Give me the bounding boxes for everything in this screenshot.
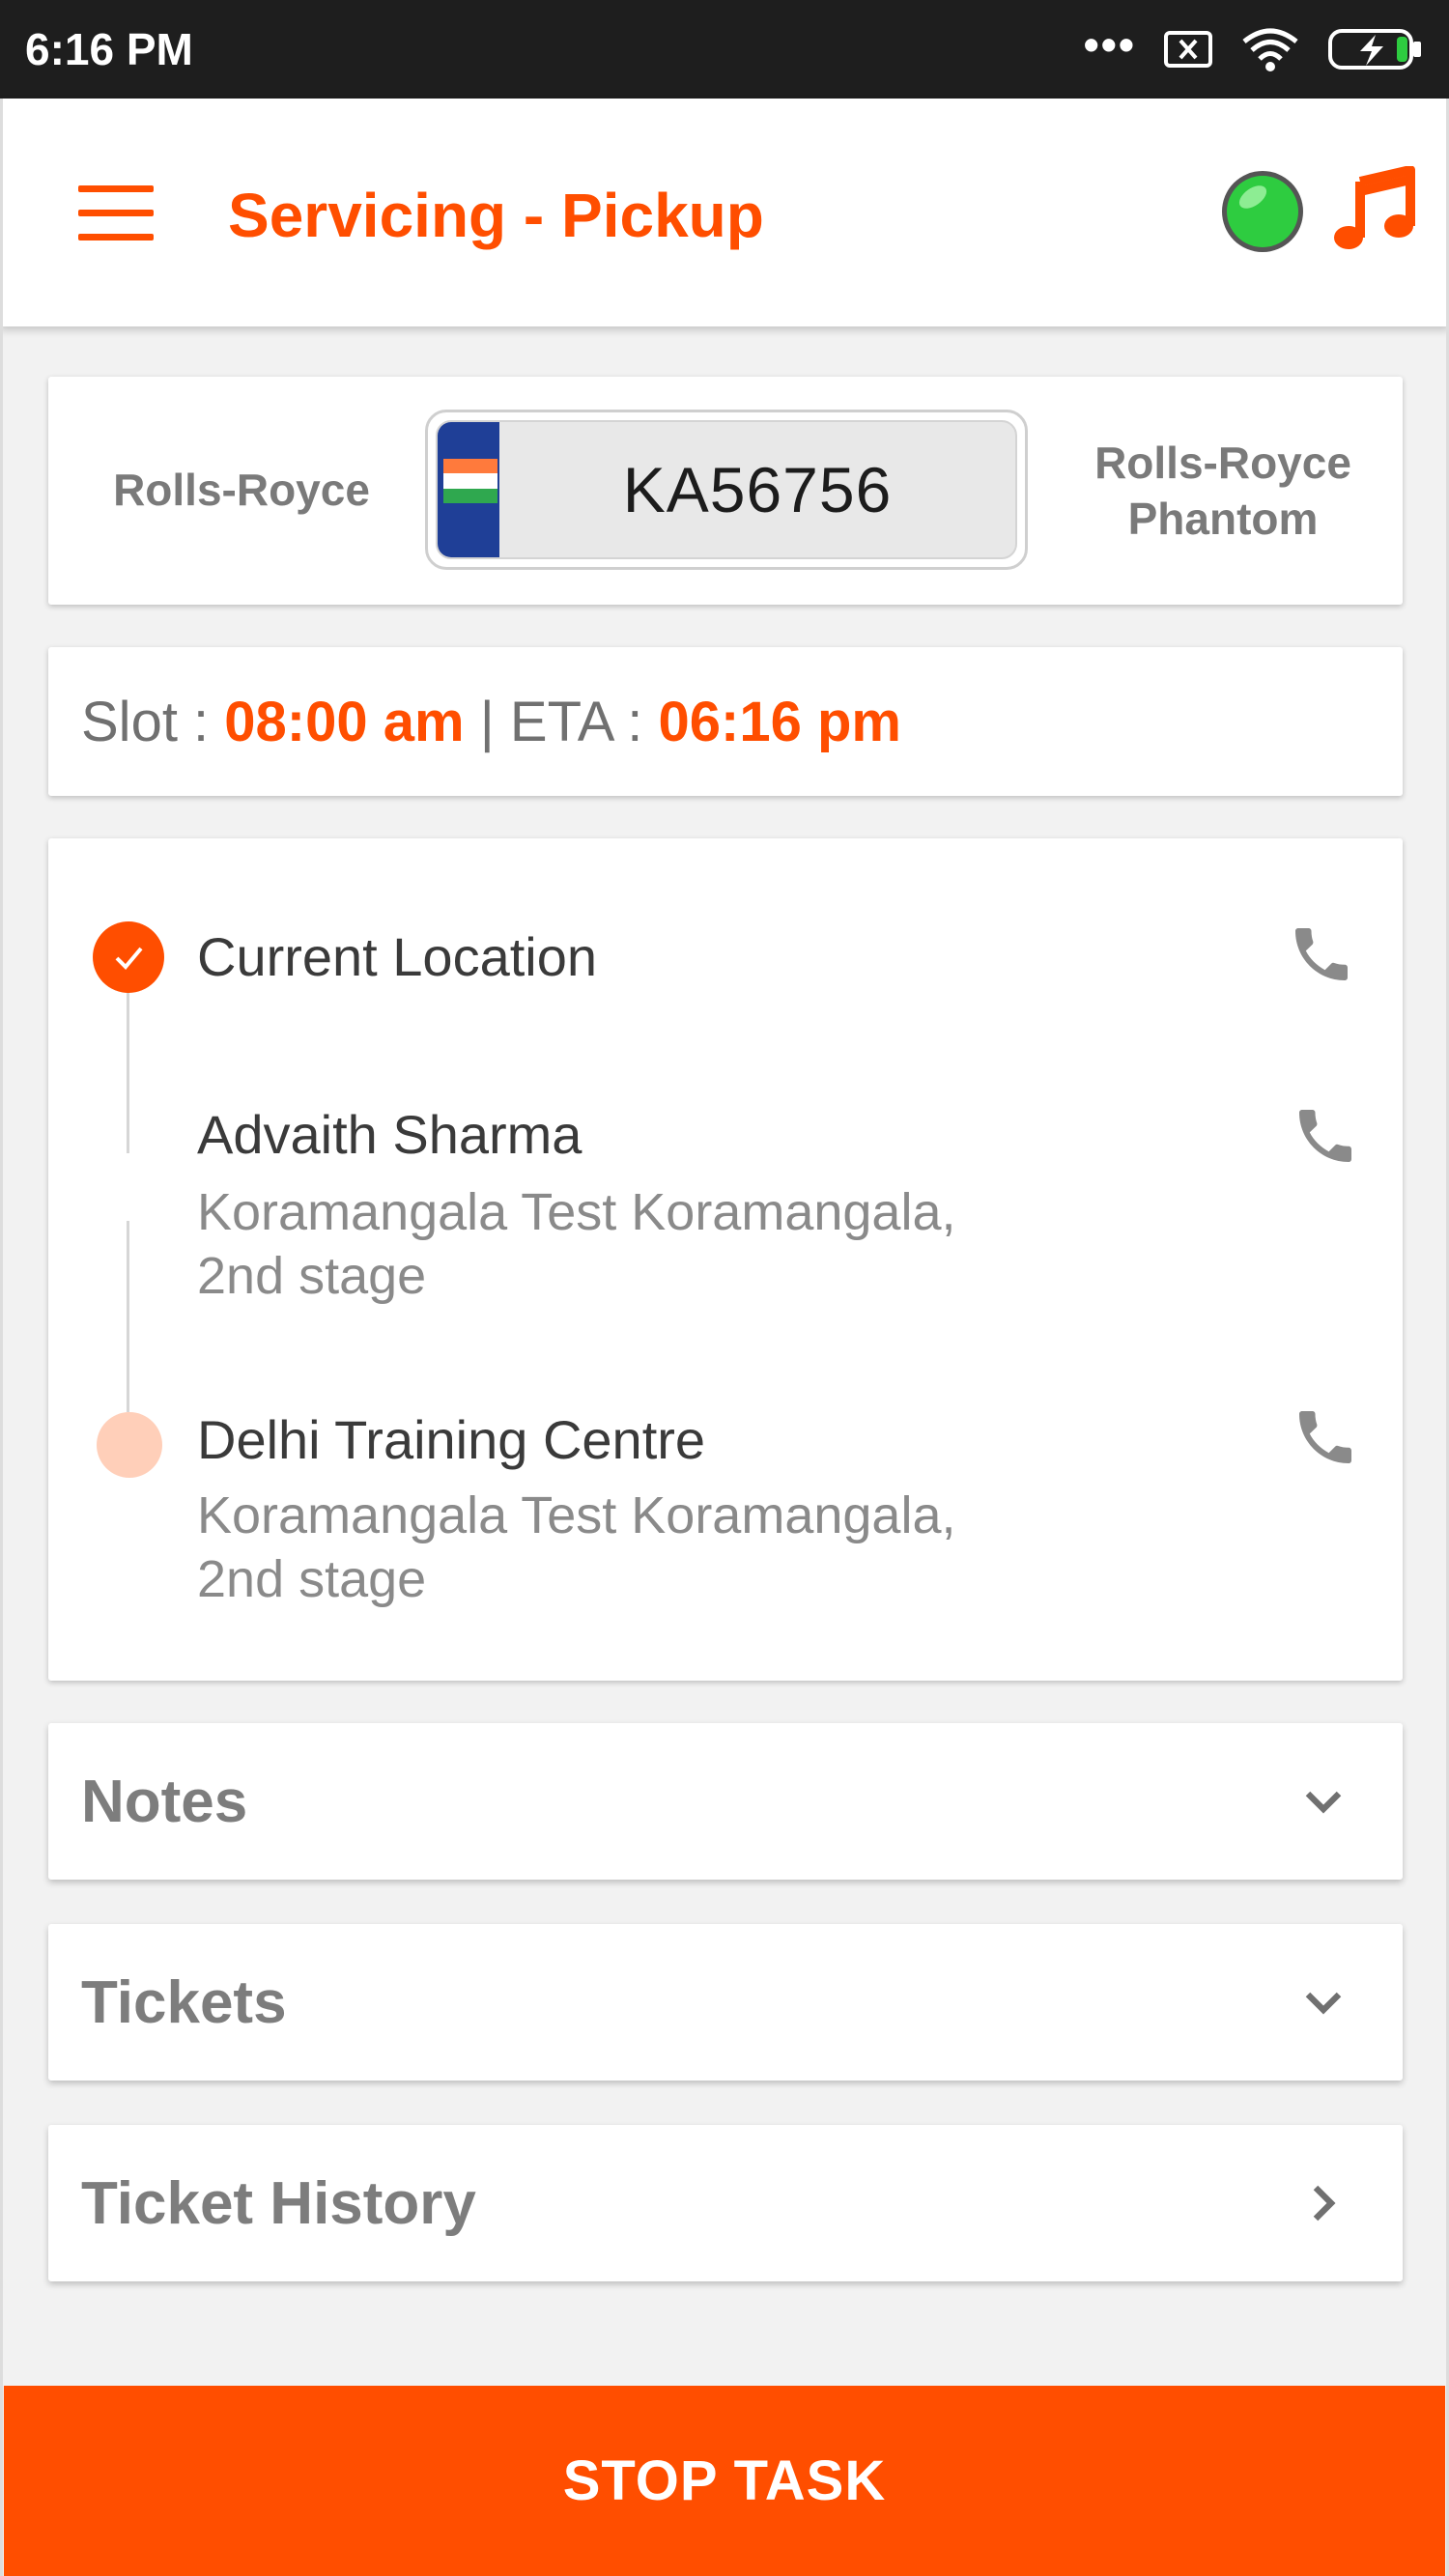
- phone-icon[interactable]: [1287, 920, 1356, 989]
- tickets-section[interactable]: Tickets: [48, 1924, 1403, 2081]
- music-note-icon[interactable]: [1331, 165, 1418, 253]
- frame-left: [0, 326, 3, 2576]
- stop-task-button[interactable]: STOP TASK: [4, 2386, 1445, 2576]
- eta-value: 06:16 pm: [658, 690, 901, 753]
- stop-address-line2: 2nd stage: [197, 1247, 427, 1305]
- hamburger-menu-icon[interactable]: [78, 185, 154, 243]
- slot-label: Slot :: [81, 690, 225, 753]
- route-card: Current Location Advaith Sharma Koramang…: [48, 838, 1403, 1681]
- check-icon: [93, 921, 164, 993]
- page-title: Servicing - Pickup: [228, 181, 764, 250]
- phone-icon[interactable]: [1291, 1402, 1360, 1472]
- plate-flag-strip: [438, 422, 499, 557]
- status-time: 6:16 PM: [25, 24, 193, 74]
- stop-address-destination: Koramangala Test Koramangala, 2nd stage: [197, 1484, 1066, 1611]
- stop-name-customer: Advaith Sharma: [197, 1104, 582, 1165]
- ticket-history-section[interactable]: Ticket History: [48, 2125, 1403, 2281]
- plate-number: KA56756: [622, 454, 893, 525]
- vehicle-card: Rolls-Royce KA56756 Rolls-Royce Phantom: [48, 377, 1403, 605]
- stop-address-line1: Koramangala Test Koramangala,: [197, 1486, 956, 1544]
- vehicle-model: Rolls-Royce Phantom: [1043, 435, 1403, 547]
- route-connector: [127, 1221, 129, 1412]
- vehicle-make: Rolls-Royce: [113, 465, 370, 515]
- slot-value: 08:00 am: [224, 690, 465, 753]
- route-connector: [127, 979, 129, 1153]
- chevron-down-icon: [1305, 1992, 1342, 2015]
- stop-address-line2: 2nd stage: [197, 1550, 427, 1608]
- stop-name-destination: Delhi Training Centre: [197, 1409, 706, 1470]
- tickets-title: Tickets: [81, 1968, 287, 2036]
- phone-icon[interactable]: [1291, 1101, 1360, 1171]
- notes-section[interactable]: Notes: [48, 1723, 1403, 1880]
- stop-address-line1: Koramangala Test Koramangala,: [197, 1183, 956, 1241]
- online-status-icon: [1219, 168, 1306, 255]
- notes-title: Notes: [81, 1768, 248, 1835]
- license-plate: KA56756: [425, 410, 1028, 570]
- status-bar: 6:16 PM •••: [0, 0, 1449, 99]
- chevron-right-icon: [1313, 2185, 1336, 2222]
- eta-label: | ETA :: [464, 690, 659, 753]
- status-icons: •••: [1084, 22, 1424, 76]
- vehicle-model-line2: Phantom: [1127, 494, 1319, 544]
- sim-x-icon: [1164, 31, 1212, 68]
- destination-dot-icon: [97, 1412, 162, 1478]
- more-dots-icon: •••: [1083, 19, 1136, 70]
- ticket-history-title: Ticket History: [81, 2169, 476, 2237]
- battery-charging-icon: [1328, 29, 1421, 70]
- stop-name-current: Current Location: [197, 926, 598, 987]
- india-flag-icon: [443, 459, 497, 503]
- wifi-icon: [1242, 28, 1298, 71]
- vehicle-model-line1: Rolls-Royce: [1094, 438, 1351, 488]
- stop-address-customer: Koramangala Test Koramangala, 2nd stage: [197, 1180, 1066, 1308]
- slot-eta-card: Slot : 08:00 am | ETA : 06:16 pm: [48, 647, 1403, 796]
- chevron-down-icon: [1305, 1791, 1342, 1814]
